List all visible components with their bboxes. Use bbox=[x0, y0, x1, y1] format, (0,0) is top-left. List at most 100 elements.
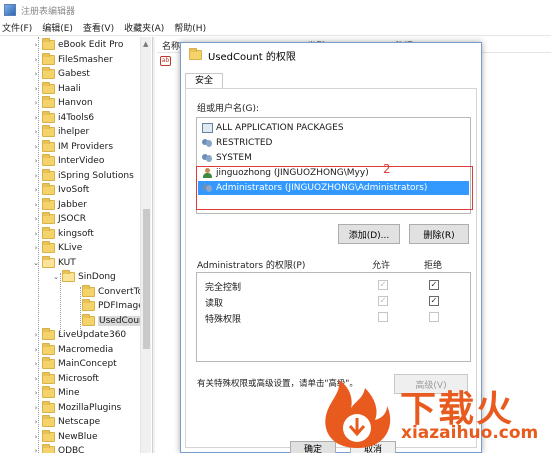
registry-tree[interactable]: › eBook Edit Pro › FileSmasher › Gabest › Haali… bbox=[0, 37, 157, 453]
tree-item[interactable]: › IvoSoft bbox=[35, 183, 89, 198]
tree-item[interactable]: › NewBlue bbox=[35, 429, 98, 445]
folder-icon bbox=[42, 154, 55, 167]
expand-chevron-icon[interactable]: › bbox=[32, 186, 40, 194]
menu-help[interactable]: 帮助(H) bbox=[174, 21, 206, 34]
tree-item[interactable]: › Jabber bbox=[35, 197, 87, 213]
window-title: 注册表编辑器 bbox=[21, 6, 76, 17]
expand-chevron-icon[interactable]: › bbox=[32, 230, 40, 238]
tree-item-label: Jabber bbox=[58, 199, 87, 210]
expand-chevron-icon[interactable]: › bbox=[32, 56, 40, 64]
expand-chevron-icon[interactable]: › bbox=[32, 433, 40, 441]
tree-scrollbar[interactable]: ▲ bbox=[140, 37, 151, 453]
folder-icon bbox=[42, 38, 55, 51]
allow-full-control-checkbox[interactable]: ✓ bbox=[378, 280, 388, 290]
expand-chevron-icon[interactable]: › bbox=[32, 244, 40, 252]
tree-item[interactable]: › eBook Edit Pro bbox=[35, 38, 123, 53]
expand-chevron-icon[interactable]: › bbox=[32, 331, 40, 339]
tree-item[interactable]: ⌄ SinDong bbox=[53, 270, 116, 285]
expand-chevron-icon[interactable]: ⌄ bbox=[52, 273, 60, 281]
list-item-restricted[interactable]: RESTRICTED bbox=[202, 136, 272, 150]
expand-chevron-icon[interactable]: › bbox=[32, 389, 40, 397]
tree-item[interactable]: › Mine bbox=[35, 386, 80, 401]
remove-button[interactable]: 删除(R) bbox=[409, 224, 469, 244]
tree-item-label: SinDong bbox=[78, 272, 116, 283]
tree-item[interactable]: › InterVideo bbox=[35, 154, 104, 169]
expand-chevron-icon[interactable]: › bbox=[32, 128, 40, 136]
folder-icon bbox=[42, 328, 55, 341]
folder-icon bbox=[82, 284, 95, 297]
tree-item-label: FileSmasher bbox=[58, 54, 113, 65]
allow-read-checkbox[interactable]: ✓ bbox=[378, 296, 388, 306]
folder-icon bbox=[42, 241, 55, 254]
tree-item[interactable]: › Microsoft bbox=[35, 371, 99, 387]
deny-special-checkbox[interactable] bbox=[429, 312, 439, 322]
regedit-app-icon bbox=[4, 4, 16, 16]
tree-item-label: MainConcept bbox=[58, 359, 117, 370]
menu-view[interactable]: 查看(V) bbox=[83, 21, 114, 34]
folder-icon bbox=[42, 110, 55, 123]
tree-item[interactable]: ConvertTo bbox=[82, 284, 143, 300]
scroll-up-arrow-icon[interactable]: ▲ bbox=[143, 40, 148, 48]
expand-chevron-icon[interactable]: › bbox=[32, 201, 40, 209]
tree-item-label: KLive bbox=[58, 243, 83, 254]
tree-item-label: Netscape bbox=[58, 417, 101, 428]
deny-read-checkbox[interactable]: ✓ bbox=[429, 296, 439, 306]
expand-chevron-icon[interactable]: › bbox=[32, 447, 40, 453]
window-titlebar: 注册表编辑器 bbox=[0, 0, 551, 20]
tree-item[interactable]: › LiveUpdate360 bbox=[35, 328, 126, 343]
expand-chevron-icon[interactable]: › bbox=[32, 41, 40, 49]
folder-icon bbox=[42, 197, 55, 210]
tree-item[interactable]: › Gabest bbox=[35, 67, 90, 82]
folder-icon bbox=[42, 255, 55, 268]
tree-item[interactable]: ⌄ KUT bbox=[33, 255, 76, 271]
column-name[interactable]: 名称 bbox=[162, 39, 180, 52]
tree-item[interactable]: › Netscape bbox=[35, 415, 101, 430]
tree-item[interactable]: › Macromedia bbox=[35, 342, 113, 358]
expand-chevron-icon[interactable]: › bbox=[32, 375, 40, 383]
list-item-all-application-packages[interactable]: ALL APPLICATION PACKAGES bbox=[202, 121, 344, 135]
expand-chevron-icon[interactable]: › bbox=[32, 85, 40, 93]
tree-item-label: kingsoft bbox=[58, 228, 94, 239]
allow-special-checkbox[interactable] bbox=[378, 312, 388, 322]
tree-item[interactable]: › kingsoft bbox=[35, 226, 94, 242]
tree-item[interactable]: › Haali bbox=[35, 81, 81, 97]
expand-chevron-icon[interactable]: ⌄ bbox=[32, 259, 40, 267]
tree-item[interactable]: › MozillaPlugins bbox=[35, 400, 121, 416]
tree-item[interactable]: › Hanvon bbox=[35, 96, 93, 111]
menu-favorites[interactable]: 收藏夹(A) bbox=[124, 21, 164, 34]
expand-chevron-icon[interactable]: › bbox=[32, 360, 40, 368]
tree-item-label: iSpring Solutions bbox=[58, 170, 134, 181]
menu-edit[interactable]: 编辑(E) bbox=[42, 21, 73, 34]
tab-security[interactable]: 安全 bbox=[185, 73, 224, 89]
tree-item[interactable]: › JSOCR bbox=[35, 212, 86, 227]
expand-chevron-icon[interactable]: › bbox=[32, 143, 40, 151]
tree-item-label: i4Tools6 bbox=[58, 112, 95, 123]
folder-icon bbox=[42, 226, 55, 239]
tree-item[interactable]: › KLive bbox=[35, 241, 83, 256]
tree-item[interactable]: › i4Tools6 bbox=[35, 110, 95, 126]
deny-full-control-checkbox[interactable]: ✓ bbox=[429, 280, 439, 290]
expand-chevron-icon[interactable]: › bbox=[32, 70, 40, 78]
expand-chevron-icon[interactable]: › bbox=[32, 114, 40, 122]
add-button[interactable]: 添加(D)... bbox=[338, 224, 400, 244]
expand-chevron-icon[interactable]: › bbox=[32, 346, 40, 354]
tree-item[interactable]: › MainConcept bbox=[35, 357, 117, 372]
folder-icon bbox=[42, 386, 55, 399]
tree-scrollbar-thumb[interactable] bbox=[143, 209, 150, 349]
tree-item[interactable]: › IM Providers bbox=[35, 139, 113, 155]
list-item-system[interactable]: SYSTEM bbox=[202, 151, 252, 165]
pane-splitter[interactable] bbox=[152, 37, 155, 453]
expand-chevron-icon[interactable]: › bbox=[32, 157, 40, 165]
menu-file[interactable]: 文件(F) bbox=[2, 21, 32, 34]
tree-item[interactable]: › iSpring Solutions bbox=[35, 168, 134, 184]
tree-item[interactable]: › ihelper bbox=[35, 125, 89, 140]
expand-chevron-icon[interactable]: › bbox=[32, 215, 40, 223]
expand-chevron-icon[interactable]: › bbox=[32, 99, 40, 107]
tree-item[interactable]: › FileSmasher bbox=[35, 52, 113, 68]
folder-icon bbox=[62, 270, 75, 283]
tree-item[interactable]: › ODBC bbox=[35, 444, 84, 453]
expand-chevron-icon[interactable]: › bbox=[32, 404, 40, 412]
expand-chevron-icon[interactable]: › bbox=[32, 172, 40, 180]
expand-chevron-icon[interactable]: › bbox=[32, 418, 40, 426]
tree-item[interactable]: PDFImage bbox=[82, 299, 144, 314]
